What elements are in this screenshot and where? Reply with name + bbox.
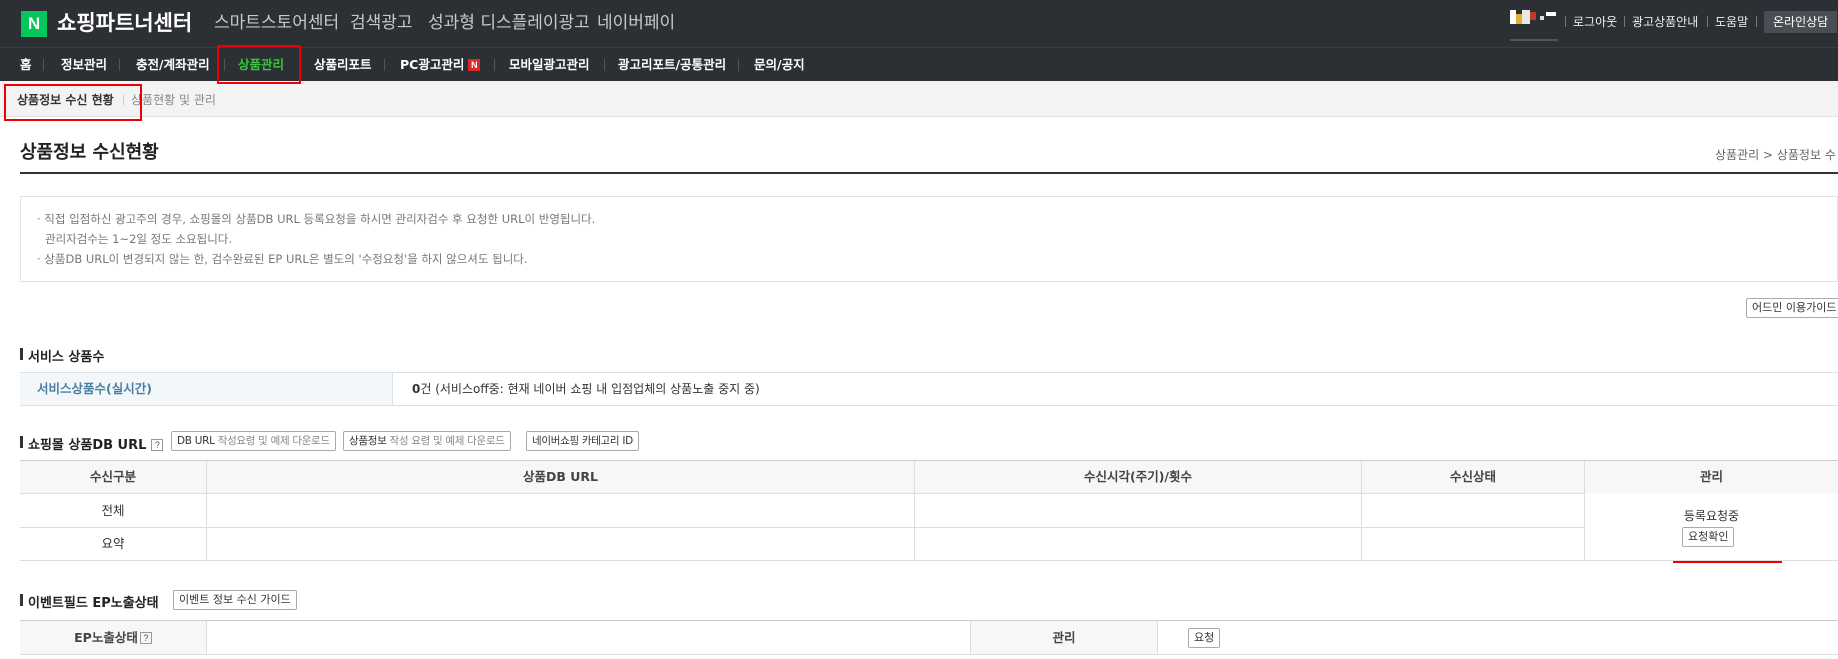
notice-box: · 직접 입점하신 광고주의 경우, 쇼핑몰의 상품DB URL 등록요청을 하… — [20, 196, 1838, 282]
service-link-display-ad[interactable]: 성과형 디스플레이광고 — [428, 11, 590, 35]
service-link-search-ad[interactable]: 검색광고 — [350, 11, 413, 35]
util-divider — [1624, 16, 1625, 27]
row-status-cell — [1362, 528, 1585, 560]
col-header-time: 수신시각(주기)/횟수 — [915, 461, 1362, 493]
gnb-item-inquiry[interactable]: 문의/공지 — [754, 48, 805, 81]
gnb-item-billing[interactable]: 충전/계좌관리 — [136, 48, 210, 81]
gnb-item-pc-ad[interactable]: PC광고관리 N — [400, 48, 481, 81]
subnav-item-product-manage[interactable]: 상품현황 및 관리 — [131, 91, 216, 108]
gnb-item-pc-ad-label: PC광고관리 — [400, 57, 465, 72]
row-url-cell — [207, 494, 915, 527]
gnb-divider — [738, 59, 739, 71]
gnb-item-product-report[interactable]: 상품리포트 — [314, 48, 372, 81]
logout-link[interactable]: 로그아웃 — [1573, 13, 1617, 31]
service-link-smartstore[interactable]: 스마트스토어센터 — [214, 11, 339, 35]
table-row: 요약 — [20, 528, 1838, 561]
col-header-url: 상품DB URL — [207, 461, 915, 493]
ep-status-table: EP노출상태? 관리 요청 — [20, 620, 1838, 655]
new-badge-icon: N — [468, 59, 481, 71]
ep-status-value — [207, 621, 971, 654]
subnav-divider — [123, 95, 124, 105]
service-count-table: 서비스상품수(실시간) 0건 (서비스off중: 현재 네이버 쇼핑 내 입점업… — [20, 372, 1838, 406]
gnb-item-mobile-ad[interactable]: 모바일광고관리 — [509, 48, 590, 81]
product-info-guide-button[interactable]: 상품정보 작성 요령 및 예제 다운로드 — [343, 431, 511, 451]
row-time-cell — [915, 494, 1362, 527]
table-row: 전체 — [20, 494, 1838, 528]
col-header-type: 수신구분 — [20, 461, 207, 493]
section-title-service-count: 서비스 상품수 — [20, 346, 104, 365]
top-header: N 쇼핑파트너센터 스마트스토어센터 검색광고 성과형 디스플레이광고 네이버페… — [0, 0, 1838, 47]
db-url-table: 수신구분 상품DB URL 수신시각(주기)/횟수 수신상태 관리 전체 요약 — [20, 460, 1838, 561]
logo-title[interactable]: 쇼핑파트너센터 — [57, 8, 192, 38]
service-count-value: 0건 (서비스off중: 현재 네이버 쇼핑 내 입점업체의 상품노출 중지 중… — [412, 373, 760, 405]
db-url-guide-button[interactable]: DB URL 작성요령 및 예제 다운로드 — [171, 431, 336, 451]
gnb-divider — [494, 59, 495, 71]
gnb-item-products[interactable]: 상품관리 — [238, 48, 284, 81]
ep-manage-cell: 요청 — [1158, 621, 1838, 654]
section-title-db-url: 쇼핑몰 상품DB URL? — [20, 434, 164, 453]
manage-status: 등록요청중 — [1683, 509, 1740, 523]
help-icon[interactable]: ? — [151, 439, 164, 451]
page-title: 상품정보 수신현황 — [20, 142, 159, 163]
category-id-button[interactable]: 네이버쇼핑 카테고리 ID — [526, 431, 639, 451]
util-divider — [1756, 16, 1757, 27]
ad-product-guide-link[interactable]: 광고상품안내 — [1632, 13, 1698, 31]
user-underline — [1510, 39, 1558, 41]
gnb-divider — [224, 59, 225, 71]
naver-logo-icon[interactable]: N — [21, 11, 47, 37]
row-time-cell — [915, 528, 1362, 560]
gnb-divider — [384, 59, 385, 71]
subnav-item-receive-status[interactable]: 상품정보 수신 현황 — [17, 91, 114, 108]
gnb-divider — [119, 59, 120, 71]
product-info-guide-light: 작성 요령 및 예제 다운로드 — [386, 435, 505, 447]
title-divider — [20, 172, 1838, 174]
section-title-event: 이벤트필드 EP노출상태 — [20, 592, 159, 611]
gnb-divider — [604, 59, 605, 71]
help-icon[interactable]: ? — [139, 632, 152, 644]
notice-line: · 상품DB URL이 변경되지 않는 한, 검수완료된 EP URL은 별도의… — [37, 252, 528, 266]
col-header-status: 수신상태 — [1362, 461, 1585, 493]
product-info-guide-strong: 상품정보 — [349, 435, 387, 447]
row-url-cell — [207, 528, 915, 560]
service-count-desc: 건 (서비스off중: 현재 네이버 쇼핑 내 입점업체의 상품노출 중지 중) — [420, 382, 760, 396]
col-header-manage: 관리 — [1585, 461, 1838, 493]
service-count-label: 서비스상품수(실시간) — [20, 373, 393, 405]
db-url-guide-strong: DB URL — [177, 435, 215, 447]
notice-line: 관리자검수는 1~2일 정도 소요됩니다. — [45, 232, 233, 246]
ep-request-button[interactable]: 요청 — [1188, 628, 1221, 648]
sub-navigation: 상품정보 수신 현황 상품현황 및 관리 — [0, 81, 1838, 117]
row-type-all: 전체 — [20, 494, 207, 527]
service-link-naverpay[interactable]: 네이버페이 — [597, 11, 675, 35]
help-link[interactable]: 도움말 — [1715, 13, 1748, 31]
util-divider — [1565, 16, 1566, 27]
ep-status-label-text: EP노출상태 — [74, 630, 138, 645]
db-url-title-text: 쇼핑몰 상품DB URL — [28, 438, 147, 453]
gnb-item-info[interactable]: 정보관리 — [61, 48, 107, 81]
request-confirm-button[interactable]: 요청확인 — [1682, 527, 1735, 547]
row-type-summary: 요약 — [20, 528, 207, 560]
online-consult-button[interactable]: 온라인상담 — [1764, 11, 1838, 33]
breadcrumb: 상품관리 > 상품정보 수 — [1715, 148, 1836, 162]
user-avatar-icon[interactable] — [1510, 10, 1556, 24]
admin-guide-button[interactable]: 어드민 이용가이드 — [1746, 298, 1838, 318]
ep-manage-label: 관리 — [971, 621, 1158, 654]
ep-status-label: EP노출상태? — [20, 621, 207, 654]
event-guide-button[interactable]: 이벤트 정보 수신 가이드 — [173, 590, 297, 610]
db-url-guide-light: 작성요령 및 예제 다운로드 — [214, 435, 330, 447]
gnb-divider — [299, 59, 300, 71]
main-navigation: 홈 정보관리 충전/계좌관리 상품관리 상품리포트 PC광고관리 N 모바일광고관… — [0, 47, 1838, 81]
notice-line: · 직접 입점하신 광고주의 경우, 쇼핑몰의 상품DB URL 등록요청을 하… — [37, 212, 596, 226]
util-divider — [1707, 16, 1708, 27]
gnb-item-home[interactable]: 홈 — [20, 48, 32, 81]
table-header-row: 수신구분 상품DB URL 수신시각(주기)/횟수 수신상태 관리 — [20, 461, 1838, 494]
gnb-divider — [43, 59, 44, 71]
manage-cell: 등록요청중 요청확인 — [1585, 493, 1838, 560]
row-status-cell — [1362, 494, 1585, 527]
gnb-item-ad-report[interactable]: 광고리포트/공통관리 — [618, 48, 726, 81]
